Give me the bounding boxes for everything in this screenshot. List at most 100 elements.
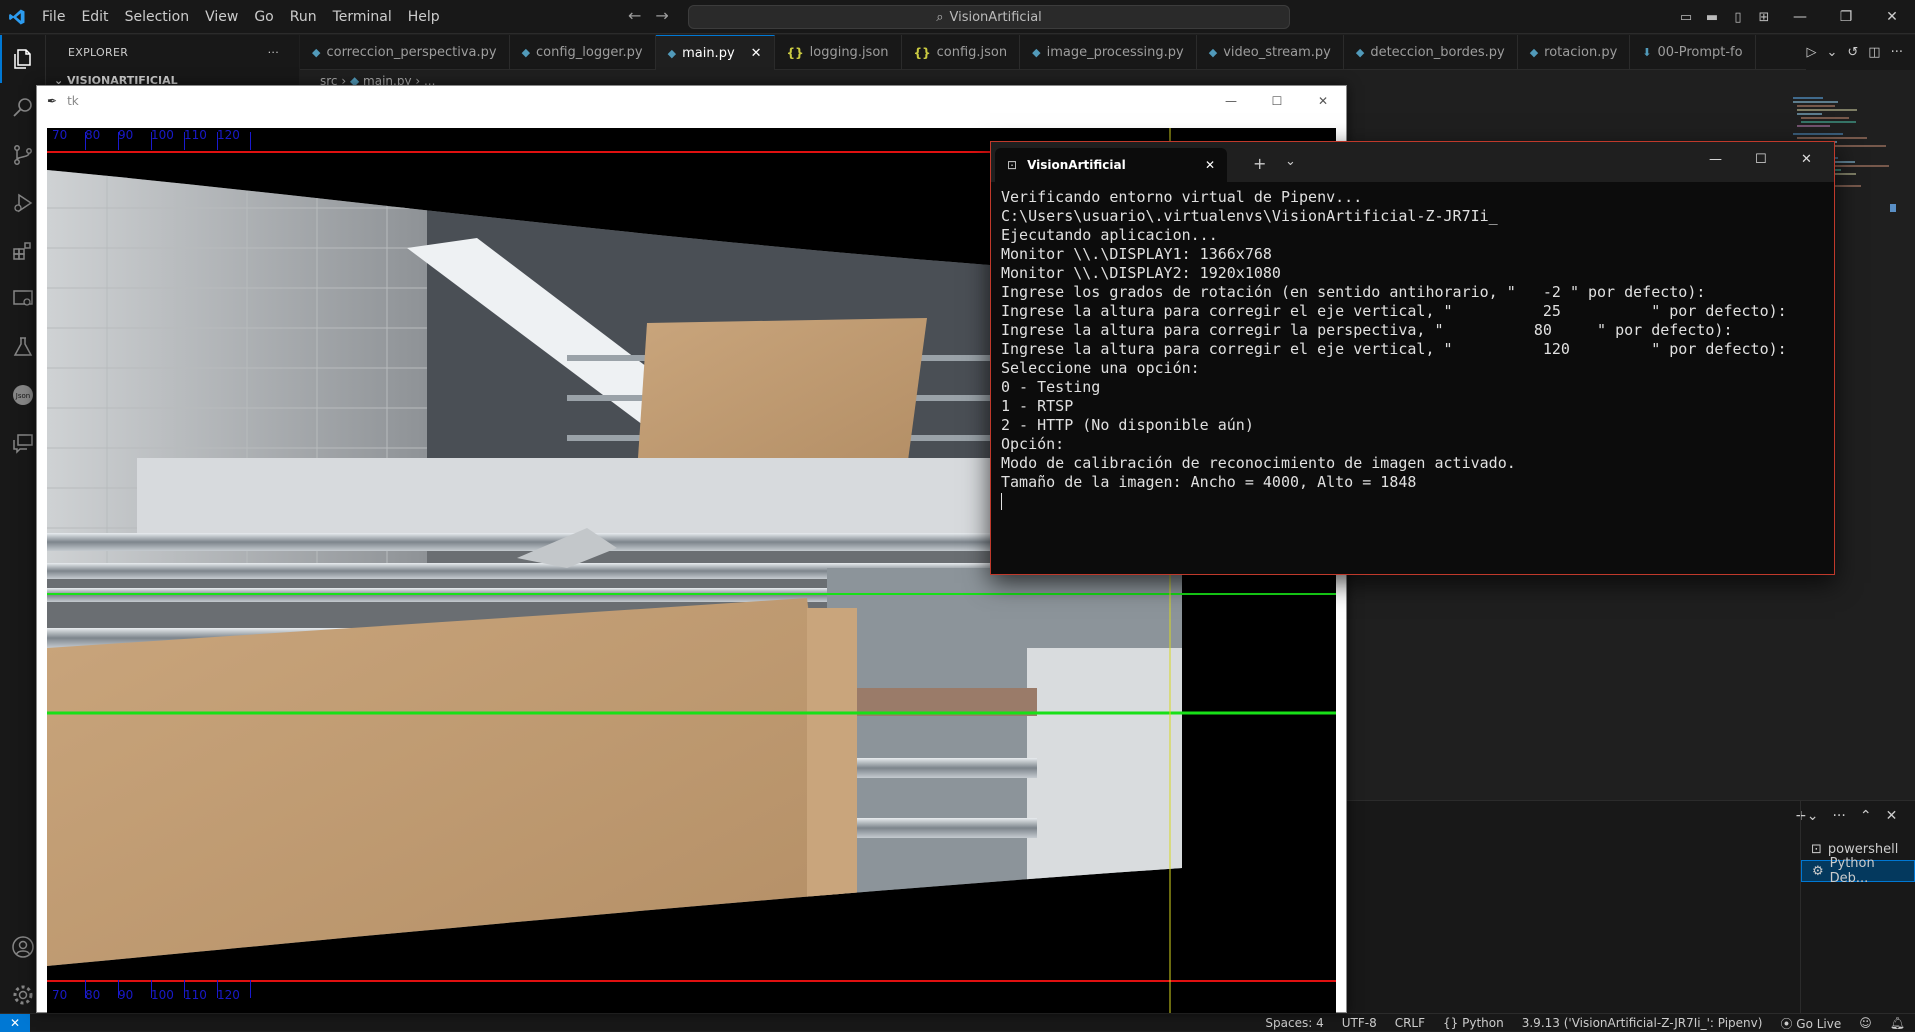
editor-tab[interactable]: {} logging.json: [775, 35, 902, 70]
explorer-more-actions[interactable]: ···: [268, 46, 279, 59]
menu-edit[interactable]: Edit: [73, 0, 116, 34]
editor-tab[interactable]: ⬇ 00-Prompt-fo: [1630, 35, 1756, 70]
terminal-line: 1 - RTSP: [1001, 397, 1074, 415]
menu-terminal[interactable]: Terminal: [325, 0, 400, 34]
status-eol[interactable]: CRLF: [1395, 1016, 1425, 1030]
forward-arrow-icon[interactable]: →: [655, 6, 668, 25]
tab-label: deteccion_bordes.py: [1370, 45, 1505, 60]
run-play-icon[interactable]: ▷: [1806, 45, 1816, 60]
tab-label: video_stream.py: [1223, 45, 1331, 60]
ruler-label: 80: [85, 128, 101, 142]
ruler-top: 70 80 90 100 110 120: [47, 128, 347, 158]
status-language[interactable]: {} Python: [1443, 1016, 1504, 1030]
python-file-icon: ◆: [1355, 46, 1365, 59]
tab-label: 00-Prompt-fo: [1657, 45, 1743, 60]
menu-selection[interactable]: Selection: [117, 0, 198, 34]
terminal-item-label: powershell: [1827, 841, 1899, 857]
ruler-label: 120: [217, 988, 240, 1002]
explorer-title: EXPLORER: [68, 46, 129, 59]
ruler-label: 110: [184, 988, 207, 1002]
terminal-prompt[interactable]: [1001, 492, 1831, 511]
status-encoding[interactable]: UTF-8: [1342, 1016, 1377, 1030]
menu-view[interactable]: View: [197, 0, 246, 34]
minimize-button[interactable]: —: [1777, 0, 1823, 34]
editor-tab[interactable]: {} config.json: [902, 35, 1021, 70]
explorer-icon[interactable]: [0, 35, 46, 83]
menu-help[interactable]: Help: [400, 0, 448, 34]
notifications-bell-icon[interactable]: 🔔︎: [1890, 1016, 1905, 1030]
terminal-cursor: [1001, 493, 1002, 510]
tab-label: image_processing.py: [1046, 45, 1184, 60]
tab-label: config_logger.py: [536, 45, 643, 60]
toggle-panel-icon[interactable]: ▬: [1699, 0, 1725, 34]
copilot-icon[interactable]: ☺: [1859, 1016, 1872, 1030]
status-indentation[interactable]: Spaces: 4: [1265, 1016, 1323, 1030]
ruler-tick: [250, 980, 251, 998]
ruler-label: 100: [151, 988, 174, 1002]
toggle-sidebar-icon[interactable]: ▭: [1673, 0, 1699, 34]
ruler-label: 120: [217, 128, 240, 142]
restore-button[interactable]: ❐: [1823, 0, 1869, 34]
ruler-label: 90: [118, 988, 134, 1002]
terminal-line: Ejecutando aplicacion...: [1001, 226, 1218, 244]
status-interpreter[interactable]: 3.9.13 ('VisionArtificial-Z-JR7Ii_': Pip…: [1522, 1016, 1763, 1030]
customize-layout-icon[interactable]: ⊞: [1751, 0, 1777, 34]
toggle-secondary-sidebar-icon[interactable]: ▯: [1725, 0, 1751, 34]
debug-gear-icon: ⚙: [1812, 863, 1824, 879]
more-actions-icon[interactable]: ···: [1891, 45, 1903, 60]
terminal-tab[interactable]: ⊡ VisionArtificial ✕: [995, 148, 1227, 182]
ruler-label: 100: [151, 128, 174, 142]
editor-tab[interactable]: ◆ image_processing.py: [1020, 35, 1197, 70]
terminal-minimize-button[interactable]: —: [1709, 152, 1722, 167]
terminal-item-python-debug[interactable]: ⚙ Python Deb...: [1801, 856, 1915, 886]
terminal-line: Ingrese la altura para corregir el eje v…: [1001, 340, 1787, 358]
windows-terminal-window: ⊡ VisionArtificial ✕ + ⌄ — ☐ ✕ Verifican…: [990, 141, 1835, 575]
explorer-header: EXPLORER ···: [46, 35, 299, 70]
editor-tab[interactable]: ◆ video_stream.py: [1197, 35, 1344, 70]
close-window-button[interactable]: ✕: [1869, 0, 1915, 34]
close-tab-icon[interactable]: ✕: [1205, 158, 1215, 172]
terminal-output[interactable]: Verificando entorno virtual de Pipenv...…: [1001, 188, 1831, 568]
download-file-icon: ⬇: [1642, 46, 1652, 59]
tab-label: correccion_perspectiva.py: [326, 45, 497, 60]
nav-arrows: ← →: [628, 6, 669, 25]
remote-indicator-icon[interactable]: ✕: [0, 1013, 30, 1032]
new-tab-icon[interactable]: +: [1253, 154, 1266, 173]
history-icon[interactable]: ↺: [1847, 45, 1858, 60]
title-bar-right: ▭ ▬ ▯ ⊞ — ❐ ✕: [1673, 0, 1915, 34]
terminal-icon: ⊡: [1811, 841, 1822, 857]
menu-go[interactable]: Go: [246, 0, 281, 34]
python-file-icon: ◆: [521, 46, 531, 59]
terminal-close-button[interactable]: ✕: [1801, 152, 1812, 167]
close-tab-icon[interactable]: ✕: [751, 46, 762, 61]
terminal-line: C:\Users\usuario\.virtualenvs\VisionArti…: [1001, 207, 1498, 225]
command-center-search[interactable]: ⌕ VisionArtificial: [688, 5, 1290, 29]
terminal-item-label: Python Deb...: [1829, 856, 1875, 886]
editor-tab[interactable]: ◆ deteccion_bordes.py: [1344, 35, 1518, 70]
tab-label: main.py: [682, 45, 735, 61]
tk-window-title: tk: [67, 94, 79, 108]
back-arrow-icon[interactable]: ←: [628, 6, 641, 25]
tk-minimize-button[interactable]: —: [1208, 94, 1254, 108]
terminal-line: Monitor \\.\DISPLAY2: 1920x1080: [1001, 264, 1281, 282]
menu-file[interactable]: File: [34, 0, 73, 34]
terminal-icon: ⊡: [1007, 158, 1018, 172]
status-golive[interactable]: ⦿ Go Live: [1780, 1015, 1841, 1032]
terminal-list: ⊡ powershell ⚙ Python Deb...: [1800, 800, 1915, 1013]
menu-run[interactable]: Run: [282, 0, 325, 34]
json-file-icon: {}: [786, 45, 804, 60]
terminal-maximize-button[interactable]: ☐: [1755, 152, 1767, 167]
editor-tab[interactable]: ◆ config_logger.py: [510, 35, 656, 70]
editor-tab[interactable]: ◆ correccion_perspectiva.py: [300, 35, 510, 70]
chevron-down-icon[interactable]: ⌄: [1826, 45, 1837, 60]
braces-icon: {}: [1443, 1016, 1463, 1030]
editor-tab[interactable]: ◆ rotacion.py: [1518, 35, 1631, 70]
split-editor-icon[interactable]: ◫: [1868, 45, 1880, 60]
tk-maximize-button[interactable]: ☐: [1254, 94, 1300, 108]
terminal-line: Monitor \\.\DISPLAY1: 1366x768: [1001, 245, 1272, 263]
chevron-down-icon[interactable]: ⌄: [1285, 154, 1296, 169]
svg-text:Json: Json: [15, 392, 30, 400]
terminal-line: 2 - HTTP (No disponible aún): [1001, 416, 1254, 434]
tk-close-button[interactable]: ✕: [1300, 94, 1346, 108]
editor-tab[interactable]: ◆ main.py ✕: [655, 35, 775, 70]
